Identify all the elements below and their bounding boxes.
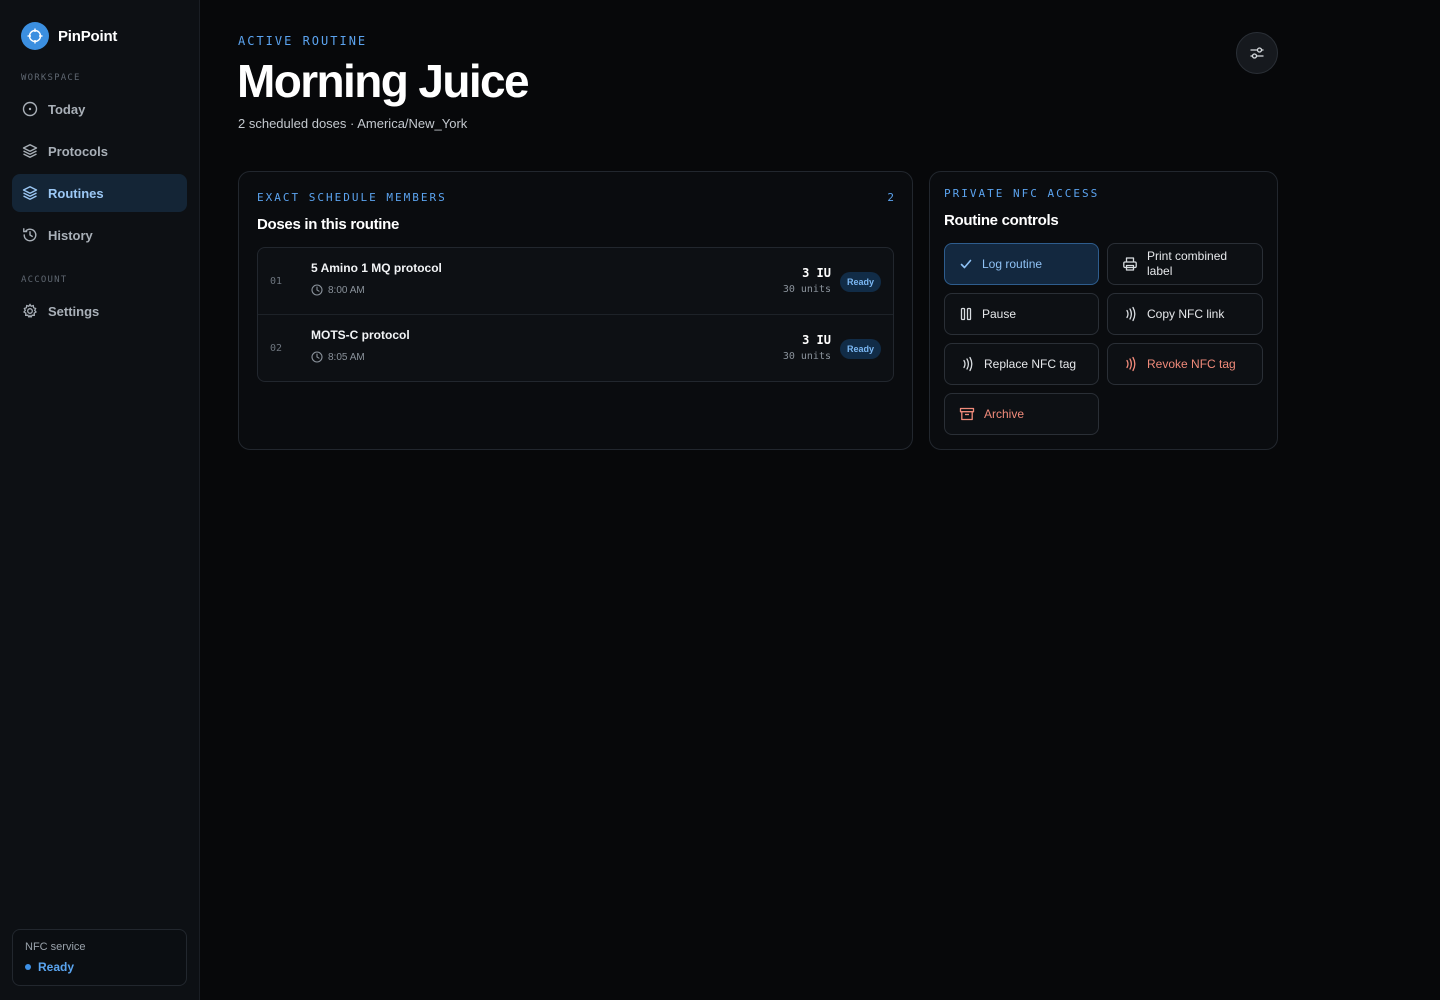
print-combined-label-text: Print combined label	[1147, 249, 1228, 278]
dose-time-text: 8:05 AM	[328, 351, 365, 363]
sidebar-item-routines[interactable]: Routines	[12, 174, 187, 212]
sidebar-item-history[interactable]: History	[12, 216, 187, 254]
log-routine-label: Log routine	[982, 256, 1043, 271]
sidebar-item-label: Settings	[48, 303, 100, 319]
dose-row[interactable]: 01 5 Amino 1 MQ protocol 8:00 AM 3 IU 30…	[258, 248, 893, 315]
brand[interactable]: PinPoint	[21, 22, 117, 50]
sidebar-item-label: Today	[48, 101, 86, 117]
nfc-service-status: NFC service Ready	[12, 929, 187, 986]
revoke-nfc-tag-label: Revoke NFC tag	[1147, 356, 1236, 371]
archive-icon	[959, 407, 975, 421]
nfc-service-state-text: Ready	[38, 960, 75, 974]
status-dot-icon	[25, 964, 31, 970]
filter-settings-button[interactable]	[1236, 32, 1278, 74]
crosshair-logo-icon	[21, 22, 49, 50]
doses-card: EXACT SCHEDULE MEMBERS 2 Doses in this r…	[238, 171, 913, 450]
sidebar-item-label: History	[48, 227, 93, 243]
sidebar-item-today[interactable]: Today	[12, 90, 187, 128]
dose-name: MOTS-C protocol	[311, 328, 410, 342]
copy-nfc-link-button[interactable]: Copy NFC link	[1107, 293, 1263, 335]
account-section-label: ACCOUNT	[21, 275, 68, 285]
nfc-signal-icon	[1126, 356, 1136, 372]
sidebar-item-protocols[interactable]: Protocols	[12, 132, 187, 170]
dose-amount: 3 IU 30 units	[783, 333, 831, 362]
sidebar: PinPoint WORKSPACE Today Protocols Routi…	[0, 0, 200, 1000]
dose-time: 8:00 AM	[311, 284, 365, 296]
clock-icon	[311, 351, 323, 363]
controls-card-title: Routine controls	[944, 212, 1059, 229]
archive-label: Archive	[984, 406, 1025, 421]
doses-card-title: Doses in this routine	[257, 216, 400, 233]
dose-row[interactable]: 02 MOTS-C protocol 8:05 AM 3 IU 30 units…	[258, 315, 893, 381]
app-name: PinPoint	[58, 27, 118, 45]
pause-icon	[960, 307, 972, 321]
doses-count: 2	[887, 191, 894, 204]
replace-nfc-tag-label: Replace NFC tag	[984, 356, 1077, 371]
sidebar-item-label: Routines	[48, 185, 104, 201]
sliders-icon	[1250, 47, 1264, 59]
page-title: Morning Juice	[237, 55, 530, 107]
workspace-section-label: WORKSPACE	[21, 73, 81, 83]
dose-index: 01	[270, 276, 283, 287]
replace-nfc-tag-button[interactable]: Replace NFC tag	[944, 343, 1099, 385]
dose-time-text: 8:00 AM	[328, 284, 365, 296]
layers-icon	[22, 144, 38, 158]
layers-icon	[22, 186, 38, 200]
dose-amount-value: 3 IU	[802, 333, 831, 347]
sidebar-item-label: Protocols	[48, 143, 108, 159]
history-icon	[23, 228, 37, 242]
copy-nfc-link-label: Copy NFC link	[1147, 306, 1225, 321]
dose-list: 01 5 Amino 1 MQ protocol 8:00 AM 3 IU 30…	[257, 247, 894, 382]
pause-button[interactable]: Pause	[944, 293, 1099, 335]
archive-button[interactable]: Archive	[944, 393, 1099, 435]
check-icon	[960, 259, 972, 269]
pause-label: Pause	[982, 306, 1017, 321]
dose-index: 02	[270, 343, 283, 354]
nfc-service-title: NFC service	[25, 941, 86, 953]
dose-time: 8:05 AM	[311, 351, 365, 363]
dose-amount-value: 3 IU	[802, 266, 831, 280]
log-routine-button[interactable]: Log routine	[944, 243, 1099, 285]
print-combined-label-button[interactable]: Print combined label	[1107, 243, 1263, 285]
doses-card-eyebrow: EXACT SCHEDULE MEMBERS	[257, 191, 447, 204]
nfc-signal-icon	[963, 356, 973, 372]
dose-amount: 3 IU 30 units	[783, 266, 831, 295]
dose-units: 30 units	[782, 284, 831, 295]
revoke-nfc-tag-button[interactable]: Revoke NFC tag	[1107, 343, 1263, 385]
sidebar-item-settings[interactable]: Settings	[12, 292, 187, 330]
page-eyebrow: ACTIVE ROUTINE	[238, 34, 368, 48]
printer-icon	[1123, 257, 1137, 271]
controls-card-eyebrow: PRIVATE NFC ACCESS	[944, 187, 1100, 200]
nfc-service-state: Ready	[25, 960, 174, 974]
dose-name: 5 Amino 1 MQ protocol	[311, 261, 442, 275]
status-badge: Ready	[839, 339, 881, 359]
nfc-signal-icon	[1126, 306, 1136, 322]
dose-units: 30 units	[782, 351, 831, 362]
clock-icon	[22, 101, 38, 117]
page-subtitle: 2 scheduled doses · America/New_York	[238, 116, 468, 131]
gear-icon	[23, 303, 37, 319]
status-badge: Ready	[839, 272, 881, 292]
clock-icon	[311, 284, 323, 296]
routine-controls-card: PRIVATE NFC ACCESS Routine controls Log …	[929, 171, 1278, 450]
